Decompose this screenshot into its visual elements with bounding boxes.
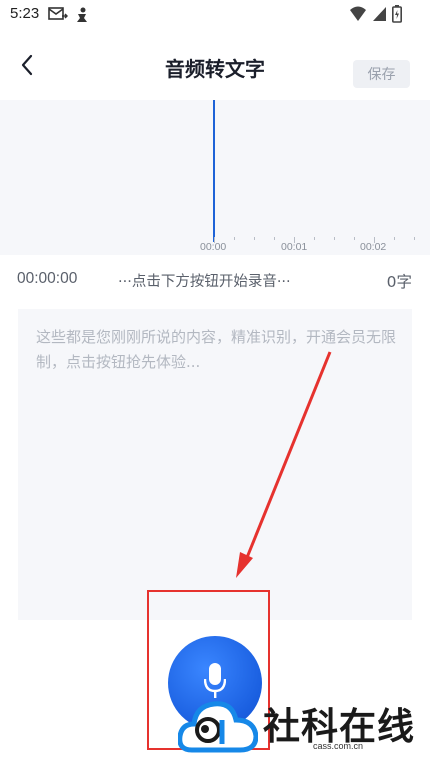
waveform-area[interactable]: 00:00 00:01 00:02 (0, 100, 430, 255)
timeline-tick (254, 237, 255, 240)
transcript-box[interactable]: 这些都是您刚刚所说的内容，精准识别，开通会员无限制，点击按钮抢先体验... (18, 309, 412, 620)
signal-icon (372, 6, 387, 26)
cloud-logo-icon (177, 692, 259, 760)
timeline-tick (354, 237, 355, 240)
battery-icon (392, 5, 402, 27)
status-right-icons (349, 5, 402, 27)
timeline-tick (274, 237, 275, 240)
timeline: 00:00 00:01 00:02 (0, 237, 430, 255)
message-icon (48, 6, 69, 28)
status-left-icons (48, 6, 90, 28)
watermark: 社科在线 cass.com.cn (177, 690, 416, 760)
timeline-tick (414, 237, 415, 240)
app-notification-icon (74, 6, 90, 28)
timeline-tick (234, 237, 235, 240)
timeline-label: 00:02 (360, 241, 387, 253)
recording-info-row: 00:00:00 ···点击下方按钮开始录音··· 0字 (0, 262, 430, 296)
timeline-tick (394, 237, 395, 240)
transcript-placeholder: 这些都是您刚刚所说的内容，精准识别，开通会员无限制，点击按钮抢先体验... (36, 328, 397, 371)
status-time: 5:23 (10, 5, 40, 22)
playhead[interactable] (213, 100, 215, 242)
timeline-label: 00:01 (281, 241, 308, 253)
app-header: 音频转文字 保存 (0, 40, 430, 96)
wifi-icon (349, 6, 367, 26)
character-count: 0字 (386, 273, 412, 291)
save-button[interactable]: 保存 (353, 60, 410, 88)
timeline-tick (314, 237, 315, 240)
watermark-url: cass.com.cn (313, 741, 364, 751)
timeline-tick (334, 237, 335, 240)
status-bar: 5:23 (0, 0, 430, 30)
elapsed-time: 00:00:00 (17, 270, 78, 287)
timeline-label: 00:00 (200, 241, 227, 253)
recording-status-hint: ···点击下方按钮开始录音··· (118, 274, 291, 290)
